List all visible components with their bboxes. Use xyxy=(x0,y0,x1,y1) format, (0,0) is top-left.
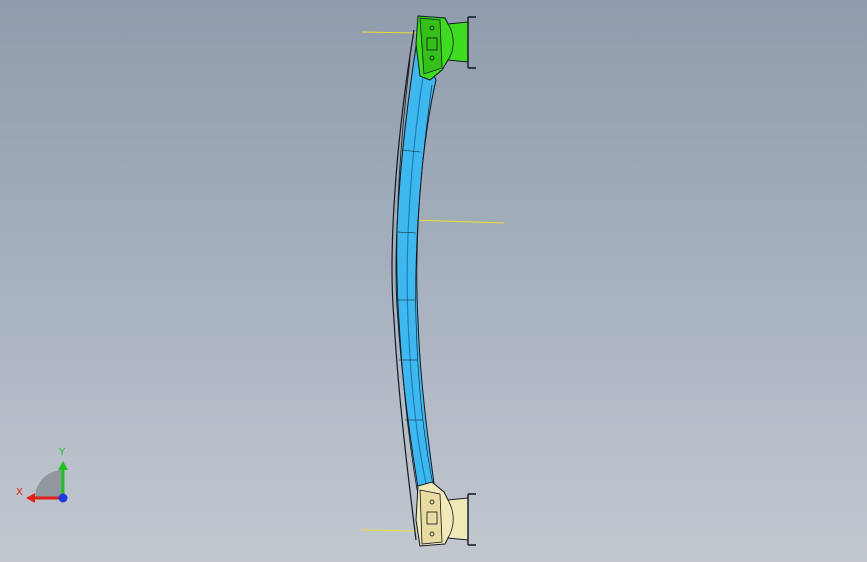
leader-line-middle xyxy=(411,219,505,224)
crash-box-bottom[interactable] xyxy=(415,481,476,547)
crash-box-top[interactable] xyxy=(415,15,476,81)
leader-line-bottom xyxy=(361,529,421,532)
graphics-viewport[interactable]: Y X xyxy=(0,0,867,562)
bumper-assembly-model[interactable] xyxy=(0,0,867,562)
leader-line-top xyxy=(361,31,419,34)
bumper-beam[interactable] xyxy=(391,29,437,541)
